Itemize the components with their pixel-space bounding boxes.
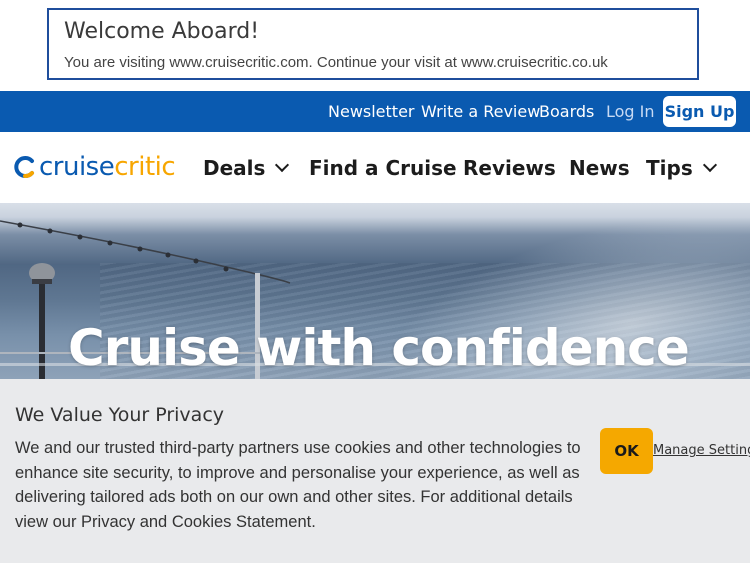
nav-deals[interactable]: Deals — [203, 156, 290, 180]
nav-find-cruise-label: Find a Cruise — [309, 156, 457, 180]
logo-mark-icon — [14, 156, 36, 178]
nav-deals-label: Deals — [203, 156, 266, 180]
nav-tips-label: Tips — [646, 156, 693, 180]
nav-reviews[interactable]: Reviews — [463, 156, 556, 180]
nav-reviews-label: Reviews — [463, 156, 556, 180]
logo-text-cruise: cruise — [39, 152, 115, 182]
welcome-title: Welcome Aboard! — [64, 19, 260, 44]
privacy-title: We Value Your Privacy — [15, 404, 225, 426]
welcome-banner: Welcome Aboard! You are visiting www.cru… — [47, 8, 699, 80]
nav-news[interactable]: News — [569, 156, 630, 180]
write-review-link[interactable]: Write a Review — [421, 102, 540, 121]
nav-news-label: News — [569, 156, 630, 180]
nav-tips[interactable]: Tips — [646, 156, 717, 180]
welcome-message[interactable]: You are visiting www.cruisecritic.com. C… — [64, 54, 608, 71]
signup-button[interactable]: Sign Up — [663, 96, 736, 127]
login-link[interactable]: Log In — [606, 102, 655, 121]
ok-button[interactable]: OK — [600, 428, 653, 474]
newsletter-link[interactable]: Newsletter — [328, 102, 415, 121]
hero-image: Cruise with confidence — [0, 203, 750, 379]
hero-title: Cruise with confidence — [68, 319, 690, 377]
chevron-down-icon — [702, 157, 717, 173]
privacy-body: We and our trusted third-party partners … — [15, 439, 581, 531]
logo-text-critic: critic — [114, 152, 176, 182]
cruisecritic-logo[interactable]: cruise critic — [14, 152, 176, 182]
nav-find-cruise[interactable]: Find a Cruise — [309, 156, 457, 180]
chevron-down-icon — [275, 157, 290, 173]
manage-settings-link[interactable]: Manage Settings — [653, 443, 750, 458]
boards-link[interactable]: Boards — [539, 102, 594, 121]
